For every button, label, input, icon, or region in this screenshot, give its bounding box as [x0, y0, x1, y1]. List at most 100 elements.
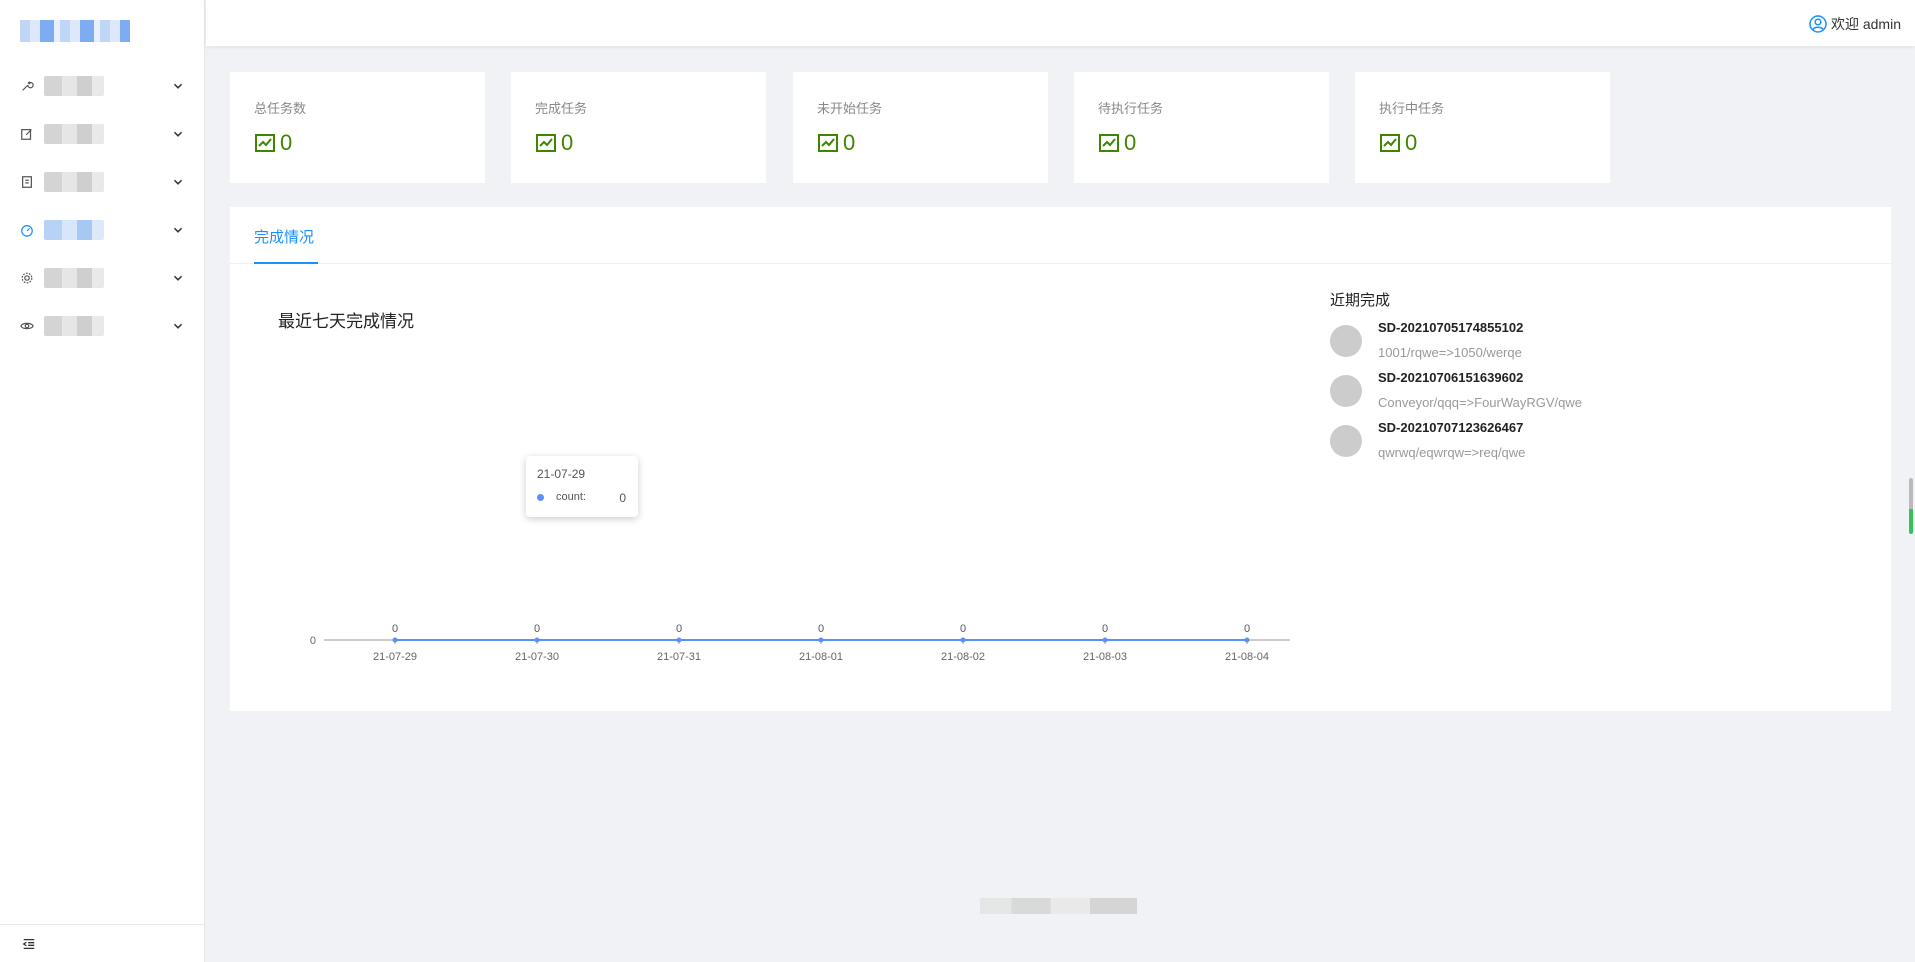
avatar — [1330, 425, 1362, 457]
top-header: 欢迎 admin — [206, 0, 1915, 46]
stat-title: 未开始任务 — [817, 101, 883, 116]
stat-card-total: 总任务数 0 — [230, 72, 485, 183]
task-code: SD-20210706151639602 — [1378, 370, 1524, 385]
data-point — [818, 637, 824, 643]
data-point — [960, 637, 966, 643]
sidebar-item-6[interactable] — [0, 302, 205, 350]
x-tick-label: 21-08-03 — [1083, 651, 1127, 663]
line-chart-icon — [818, 134, 838, 152]
sidebar-item-label — [44, 172, 104, 192]
chevron-down-icon — [171, 319, 185, 333]
data-point — [1244, 637, 1250, 643]
sidebar-item-3[interactable] — [0, 158, 205, 206]
stat-number: 0 — [561, 130, 574, 155]
scrollbar-thumb[interactable] — [1909, 478, 1913, 534]
stat-card-completed: 完成任务 0 — [511, 72, 766, 183]
task-route: Conveyor/qqq=>FourWayRGV/qwe — [1378, 395, 1583, 410]
recent-completions: 近期完成 SD-20210705174855102 1001/rqwe=>105… — [1330, 289, 1830, 470]
avatar — [1330, 375, 1362, 407]
sidebar-item-5[interactable] — [0, 254, 205, 302]
chevron-down-icon — [171, 79, 185, 93]
book-icon — [20, 175, 34, 189]
sidebar-item-label — [44, 220, 104, 240]
list-item[interactable]: SD-20210707123626467 qwrwq/eqwrqw=>req/q… — [1330, 420, 1830, 470]
data-label: 0 — [534, 623, 540, 635]
tooltip-value: 0 — [619, 491, 626, 505]
stat-title: 执行中任务 — [1379, 101, 1445, 116]
tooltip-series-dot — [537, 494, 544, 501]
sidebar-item-label — [44, 124, 104, 144]
chevron-down-icon — [171, 127, 185, 141]
gear-icon — [20, 271, 34, 285]
line-chart-icon — [536, 134, 556, 152]
list-item[interactable]: SD-20210706151639602 Conveyor/qqq=>FourW… — [1330, 370, 1830, 420]
x-tick-label: 21-08-02 — [941, 651, 985, 663]
line-chart-icon — [255, 134, 275, 152]
stat-title: 待执行任务 — [1098, 101, 1164, 116]
sidebar-item-2[interactable] — [0, 110, 205, 158]
logo[interactable] — [20, 20, 130, 42]
task-code: SD-20210705174855102 — [1378, 320, 1524, 335]
line-chart-icon — [1380, 134, 1400, 152]
stat-title: 完成任务 — [535, 101, 588, 116]
stat-number: 0 — [1124, 130, 1137, 155]
sidebar-item-label — [44, 76, 104, 96]
x-tick-label: 21-08-01 — [799, 651, 843, 663]
stat-value: 0 — [254, 130, 292, 156]
data-label: 0 — [818, 623, 824, 635]
stat-value: 0 — [1379, 130, 1417, 156]
line-chart-icon — [1099, 134, 1119, 152]
dashboard-icon — [20, 223, 34, 237]
stat-value: 0 — [535, 130, 573, 156]
data-point — [1102, 637, 1108, 643]
line-chart[interactable]: 0021-07-29021-07-30021-07-31021-08-01021… — [260, 327, 1290, 687]
x-tick-label: 21-07-30 — [515, 651, 559, 663]
data-label: 0 — [1102, 623, 1108, 635]
eye-icon — [20, 319, 34, 333]
user-menu[interactable]: 欢迎 admin — [1809, 14, 1901, 34]
chevron-down-icon — [171, 271, 185, 285]
sidebar-item-4[interactable] — [0, 206, 205, 254]
data-label: 0 — [676, 623, 682, 635]
sidebar-footer — [0, 924, 205, 962]
footer-copyright — [980, 898, 1137, 914]
tab-bar: 完成情况 — [230, 207, 1891, 264]
task-route: qwrwq/eqwrqw=>req/qwe — [1378, 445, 1526, 460]
chart-tooltip: 21-07-29 count: 0 — [526, 456, 638, 517]
tab-ink-bar — [254, 262, 318, 264]
data-point — [676, 637, 682, 643]
edit-icon — [20, 127, 34, 141]
stat-value: 0 — [1098, 130, 1136, 156]
chevron-down-icon — [171, 175, 185, 189]
completion-panel: 完成情况 最近七天完成情况 0 0 21-07-29 0 21-07-30 0 21-07-… — [230, 207, 1891, 711]
x-tick-label: 21-08-04 — [1225, 651, 1269, 663]
data-label: 0 — [1244, 623, 1250, 635]
x-tick-label: 21-07-29 — [373, 651, 417, 663]
data-label: 0 — [960, 623, 966, 635]
welcome-text: 欢迎 admin — [1830, 16, 1901, 32]
sidebar-item-1[interactable] — [0, 62, 205, 110]
list-item[interactable]: SD-20210705174855102 1001/rqwe=>1050/wer… — [1330, 320, 1830, 370]
data-point — [534, 637, 540, 643]
stat-card-not-started: 未开始任务 0 — [793, 72, 1048, 183]
tab-completion[interactable]: 完成情况 — [254, 226, 314, 247]
stat-title: 总任务数 — [254, 101, 307, 116]
task-route: 1001/rqwe=>1050/werqe — [1378, 345, 1522, 360]
tooltip-series-name: count: — [556, 491, 586, 503]
menu-fold-icon[interactable] — [22, 937, 36, 951]
data-point — [392, 637, 398, 643]
sidebar-item-label — [44, 316, 104, 336]
stat-value: 0 — [817, 130, 855, 156]
avatar — [1330, 325, 1362, 357]
recent-title: 近期完成 — [1330, 292, 1391, 309]
stat-number: 0 — [1405, 130, 1418, 155]
tooltip-date: 21-07-29 — [537, 467, 586, 481]
x-tick-label: 21-07-31 — [657, 651, 701, 663]
chevron-down-icon — [171, 223, 185, 237]
stat-number: 0 — [843, 130, 856, 155]
data-label: 0 — [392, 623, 398, 635]
stat-number: 0 — [280, 130, 293, 155]
sidebar-item-label — [44, 268, 104, 288]
sidebar — [0, 0, 205, 962]
y-tick-label: 0 — [310, 635, 316, 647]
